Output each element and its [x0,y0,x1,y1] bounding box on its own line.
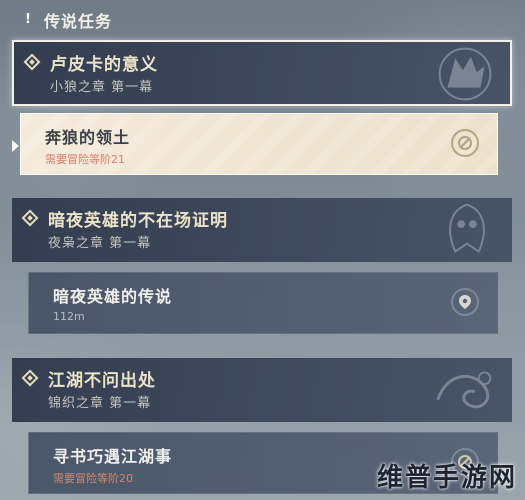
quest-chapter: 锦织之章 第一幕 [48,396,152,411]
brocade-emblem-icon [436,371,492,409]
quest-title: 江湖不问出处 [48,371,156,391]
quest-group-lupical[interactable]: 卢皮卡的意义 小狼之章 第一幕 [12,40,512,106]
quest-chapter: 夜枭之章 第一幕 [48,236,152,251]
quest-diamond-icon [21,209,39,227]
quest-diamond-icon [21,369,39,387]
quest-diamond-icon [23,53,41,71]
location-pin-icon[interactable] [451,288,479,316]
subquest-requirement: 需要冒险等阶21 [45,153,125,166]
quest-title: 暗夜英雄的不在场证明 [48,211,228,231]
subquest-distance: 112m [53,310,85,323]
wolf-emblem-icon [438,47,492,101]
section-header: ! 传说任务 [20,6,112,34]
exclamation-icon: ! [25,12,31,27]
quest-title: 卢皮卡的意义 [50,55,158,75]
quest-group-jianghu[interactable]: 江湖不问出处 锦织之章 第一幕 [12,358,512,422]
locked-icon[interactable] [451,129,479,157]
subquest-wolf-territory[interactable]: 奔狼的领土 需要冒险等阶21 [20,113,498,175]
quest-chapter: 小狼之章 第一幕 [50,80,154,95]
site-watermark: 维普手游网 [376,463,517,493]
owl-emblem-icon [449,203,485,253]
subquest-requirement: 需要冒险等阶20 [53,472,133,485]
subquest-dark-hero-legend[interactable]: 暗夜英雄的传说 112m [28,272,498,334]
section-title: 传说任务 [44,12,113,31]
subquest-title: 寻书巧遇江湖事 [53,447,173,466]
selection-pointer-icon [12,140,19,152]
quest-group-dark-hero[interactable]: 暗夜英雄的不在场证明 夜枭之章 第一幕 [12,198,512,262]
subquest-title: 暗夜英雄的传说 [53,287,173,306]
subquest-title: 奔狼的领土 [45,128,131,147]
